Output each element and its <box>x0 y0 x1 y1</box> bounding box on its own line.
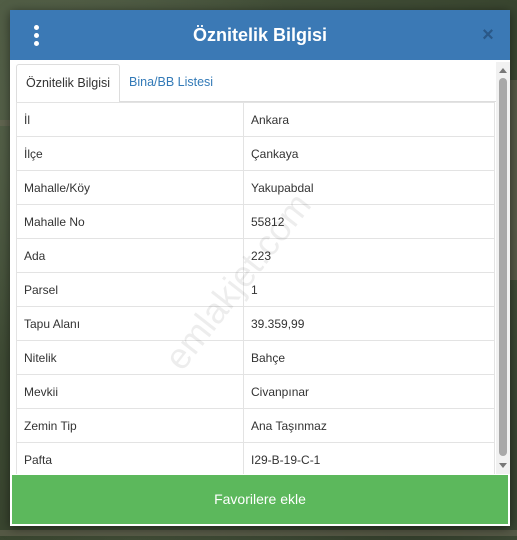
table-row: Tapu Alanı 39.359,99 <box>16 306 495 341</box>
attribute-value: Ana Taşınmaz <box>243 408 495 443</box>
attribute-key: İl <box>16 102 244 137</box>
table-row: Zemin Tip Ana Taşınmaz <box>16 408 495 443</box>
table-row: İl Ankara <box>16 102 495 137</box>
table-row: Parsel 1 <box>16 272 495 307</box>
attribute-value: Çankaya <box>243 136 495 171</box>
dialog-header: Öznitelik Bilgisi × <box>10 10 510 60</box>
attribute-value: Bahçe <box>243 340 495 375</box>
attribute-key: Ada <box>16 238 244 273</box>
scroll-down-icon[interactable] <box>499 463 507 468</box>
table-row: Mahalle No 55812 <box>16 204 495 239</box>
attribute-key: Nitelik <box>16 340 244 375</box>
attribute-value: Civanpınar <box>243 374 495 409</box>
attribute-key: Pafta <box>16 442 244 474</box>
attribute-key: Mevkii <box>16 374 244 409</box>
close-icon[interactable]: × <box>478 24 498 46</box>
table-row: Mevkii Civanpınar <box>16 374 495 409</box>
kebab-menu-icon[interactable] <box>24 22 48 48</box>
tab-building-list[interactable]: Bina/BB Listesi <box>120 64 222 103</box>
attribute-key: Mahalle/Köy <box>16 170 244 205</box>
table-row: Nitelik Bahçe <box>16 340 495 375</box>
scroll-up-icon[interactable] <box>499 68 507 73</box>
tab-attribute-info[interactable]: Öznitelik Bilgisi <box>16 64 121 103</box>
attribute-key: Mahalle No <box>16 204 244 239</box>
table-row: İlçe Çankaya <box>16 136 495 171</box>
attribute-key: Parsel <box>16 272 244 307</box>
vertical-scrollbar[interactable] <box>496 62 510 474</box>
dialog-title: Öznitelik Bilgisi <box>192 25 328 45</box>
attribute-value: 223 <box>243 238 495 273</box>
table-row: Ada 223 <box>16 238 495 273</box>
attribute-info-dialog: Öznitelik Bilgisi × Öznitelik Bilgisi Bi… <box>10 10 510 526</box>
attribute-value: 1 <box>243 272 495 307</box>
attribute-value: I29-B-19-C-1 <box>243 442 495 474</box>
attribute-table-container: İl Ankara İlçe Çankaya Mahalle/Köy Yakup… <box>16 102 495 474</box>
attribute-value: Ankara <box>243 102 495 137</box>
attribute-value: 39.359,99 <box>243 306 495 341</box>
add-to-favorites-button[interactable]: Favorilere ekle <box>12 475 508 524</box>
attribute-key: Zemin Tip <box>16 408 244 443</box>
attribute-value: 55812 <box>243 204 495 239</box>
table-row: Mahalle/Köy Yakupabdal <box>16 170 495 205</box>
attribute-table: İl Ankara İlçe Çankaya Mahalle/Köy Yakup… <box>16 102 495 474</box>
scroll-thumb[interactable] <box>499 78 507 456</box>
attribute-key: Tapu Alanı <box>16 306 244 341</box>
tab-bar: Öznitelik Bilgisi Bina/BB Listesi <box>16 62 496 103</box>
table-row: Pafta I29-B-19-C-1 <box>16 442 495 474</box>
attribute-key: İlçe <box>16 136 244 171</box>
attribute-value: Yakupabdal <box>243 170 495 205</box>
